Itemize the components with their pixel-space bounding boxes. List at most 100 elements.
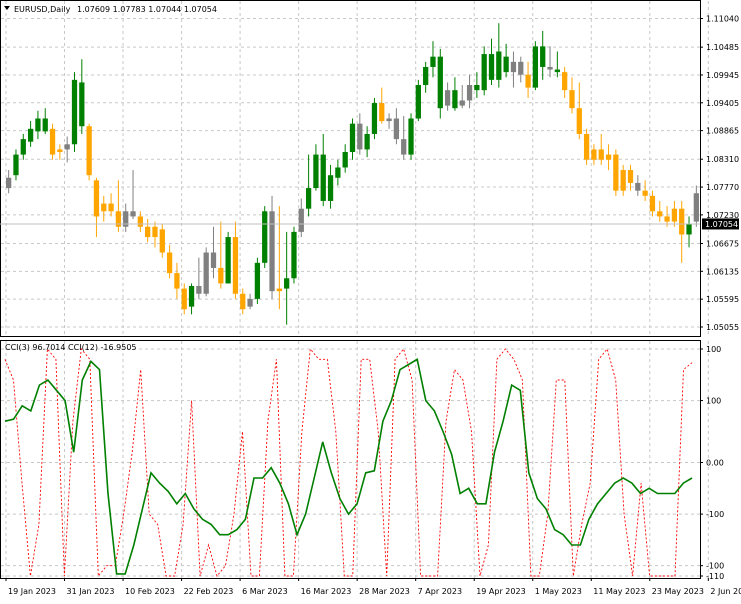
main-y-tick-label: 1.05595 — [706, 295, 739, 304]
candle-body — [364, 133, 370, 150]
candle-body — [35, 118, 41, 132]
x-tick-label: 7 Apr 2023 — [418, 587, 462, 596]
x-tick-label: 6 Mar 2023 — [242, 587, 288, 596]
candle-body — [437, 56, 443, 109]
candle-body — [174, 273, 180, 289]
x-tick-label: 16 Mar 2023 — [301, 587, 352, 596]
indicator-y-tick-label: 100 — [706, 397, 721, 406]
candle-body — [379, 103, 385, 122]
indicator-legend: CCI(3) 96.7014 CCI(12) -16.9505 — [5, 343, 137, 352]
candle-body — [64, 144, 70, 150]
x-tick-label: 23 May 2023 — [652, 587, 704, 596]
indicator-y-tick-label: -100 — [706, 510, 724, 519]
candle-body — [49, 128, 56, 155]
x-tick-label: 28 Mar 2023 — [359, 587, 410, 596]
candle-body — [686, 224, 692, 235]
candle-body — [284, 278, 290, 289]
candle-body — [13, 154, 19, 176]
x-tick-label: 10 Feb 2023 — [125, 587, 175, 596]
candle-body — [335, 167, 341, 178]
candle-body — [510, 61, 517, 73]
candle-body — [415, 85, 421, 119]
candle-body — [240, 293, 246, 310]
candle-body — [86, 126, 92, 176]
candle-body — [408, 118, 414, 155]
candle-body — [430, 56, 436, 67]
candle-body — [262, 211, 268, 263]
symbol-label: EURUSD,Daily — [14, 5, 71, 14]
candle-body — [693, 193, 699, 222]
candle-body — [313, 154, 319, 189]
candle-body — [627, 170, 634, 183]
candle-body — [583, 133, 590, 160]
main-y-tick-label: 1.06675 — [706, 239, 739, 248]
last-price-text: 1.07054 — [705, 220, 738, 229]
chart-header[interactable]: EURUSD,Daily 1.07609 1.07783 1.07044 1.0… — [4, 5, 217, 14]
candle-body — [423, 66, 429, 86]
main-y-tick-label: 1.10485 — [706, 43, 739, 52]
candle-body — [532, 46, 539, 88]
main-y-tick-label: 1.08310 — [706, 155, 739, 164]
candle-body — [598, 149, 604, 160]
candle-body — [554, 69, 560, 73]
candle-body — [649, 195, 656, 212]
candle-body — [393, 118, 400, 140]
candle-body — [225, 237, 231, 284]
candle-body — [591, 149, 597, 160]
candle-body — [188, 286, 195, 307]
candle-body — [664, 216, 670, 222]
candle-body — [562, 72, 568, 91]
candle-body — [540, 46, 546, 67]
candle-body — [679, 208, 685, 235]
candle-body — [386, 118, 392, 122]
candle-body — [620, 170, 626, 191]
candle-body — [547, 66, 553, 70]
candle-body — [327, 175, 334, 201]
candle-body — [518, 61, 524, 75]
candle-body — [79, 82, 85, 127]
candle-body — [576, 108, 582, 134]
chart-background — [0, 0, 741, 600]
candle-body — [488, 54, 495, 80]
main-y-tick-label: 1.07770 — [706, 183, 739, 192]
candle-body — [525, 74, 531, 88]
candle-body — [269, 211, 275, 292]
main-y-tick-label: 1.09945 — [706, 71, 739, 80]
indicator-y-tick-label: 100 — [706, 345, 721, 354]
candle-body — [71, 79, 78, 145]
x-tick-label: 22 Feb 2023 — [184, 587, 234, 596]
candle-body — [459, 100, 465, 106]
candle-body — [342, 152, 348, 168]
candle-body — [444, 90, 451, 106]
candle-body — [496, 51, 502, 80]
candle-body — [474, 85, 480, 91]
candle-body — [152, 226, 158, 238]
main-y-tick-label: 1.09405 — [706, 99, 739, 108]
x-tick-label: 11 May 2023 — [593, 587, 645, 596]
candle-body — [371, 103, 378, 134]
x-tick-label: 19 Jan 2023 — [8, 587, 56, 596]
x-tick-label: 31 Jan 2023 — [67, 587, 115, 596]
main-y-tick-label: 1.05055 — [706, 323, 739, 332]
x-tick-label: 1 May 2023 — [535, 587, 582, 596]
candle-body — [159, 229, 165, 253]
candle-body — [291, 231, 297, 279]
candle-body — [42, 118, 48, 132]
candle-body — [93, 180, 100, 217]
candle-body — [145, 226, 151, 238]
indicator-y-tick-label: -100 — [706, 562, 724, 571]
candle-body — [466, 85, 473, 101]
candle-body — [305, 188, 312, 209]
candle-body — [218, 267, 224, 284]
chart-svg: 1.11040 1.10485 1.09945 1.09405 1.08865 1.083… — [0, 0, 741, 600]
candle-body — [452, 90, 458, 109]
candle-body — [203, 252, 209, 294]
candle-body — [613, 154, 619, 191]
candle-body — [101, 203, 107, 212]
candle-body — [657, 211, 663, 217]
candle-body — [108, 203, 114, 212]
main-y-tick-label: 1.11040 — [706, 15, 739, 24]
candle-body — [481, 54, 487, 91]
candle-body — [357, 123, 363, 150]
candle-body — [20, 139, 26, 155]
